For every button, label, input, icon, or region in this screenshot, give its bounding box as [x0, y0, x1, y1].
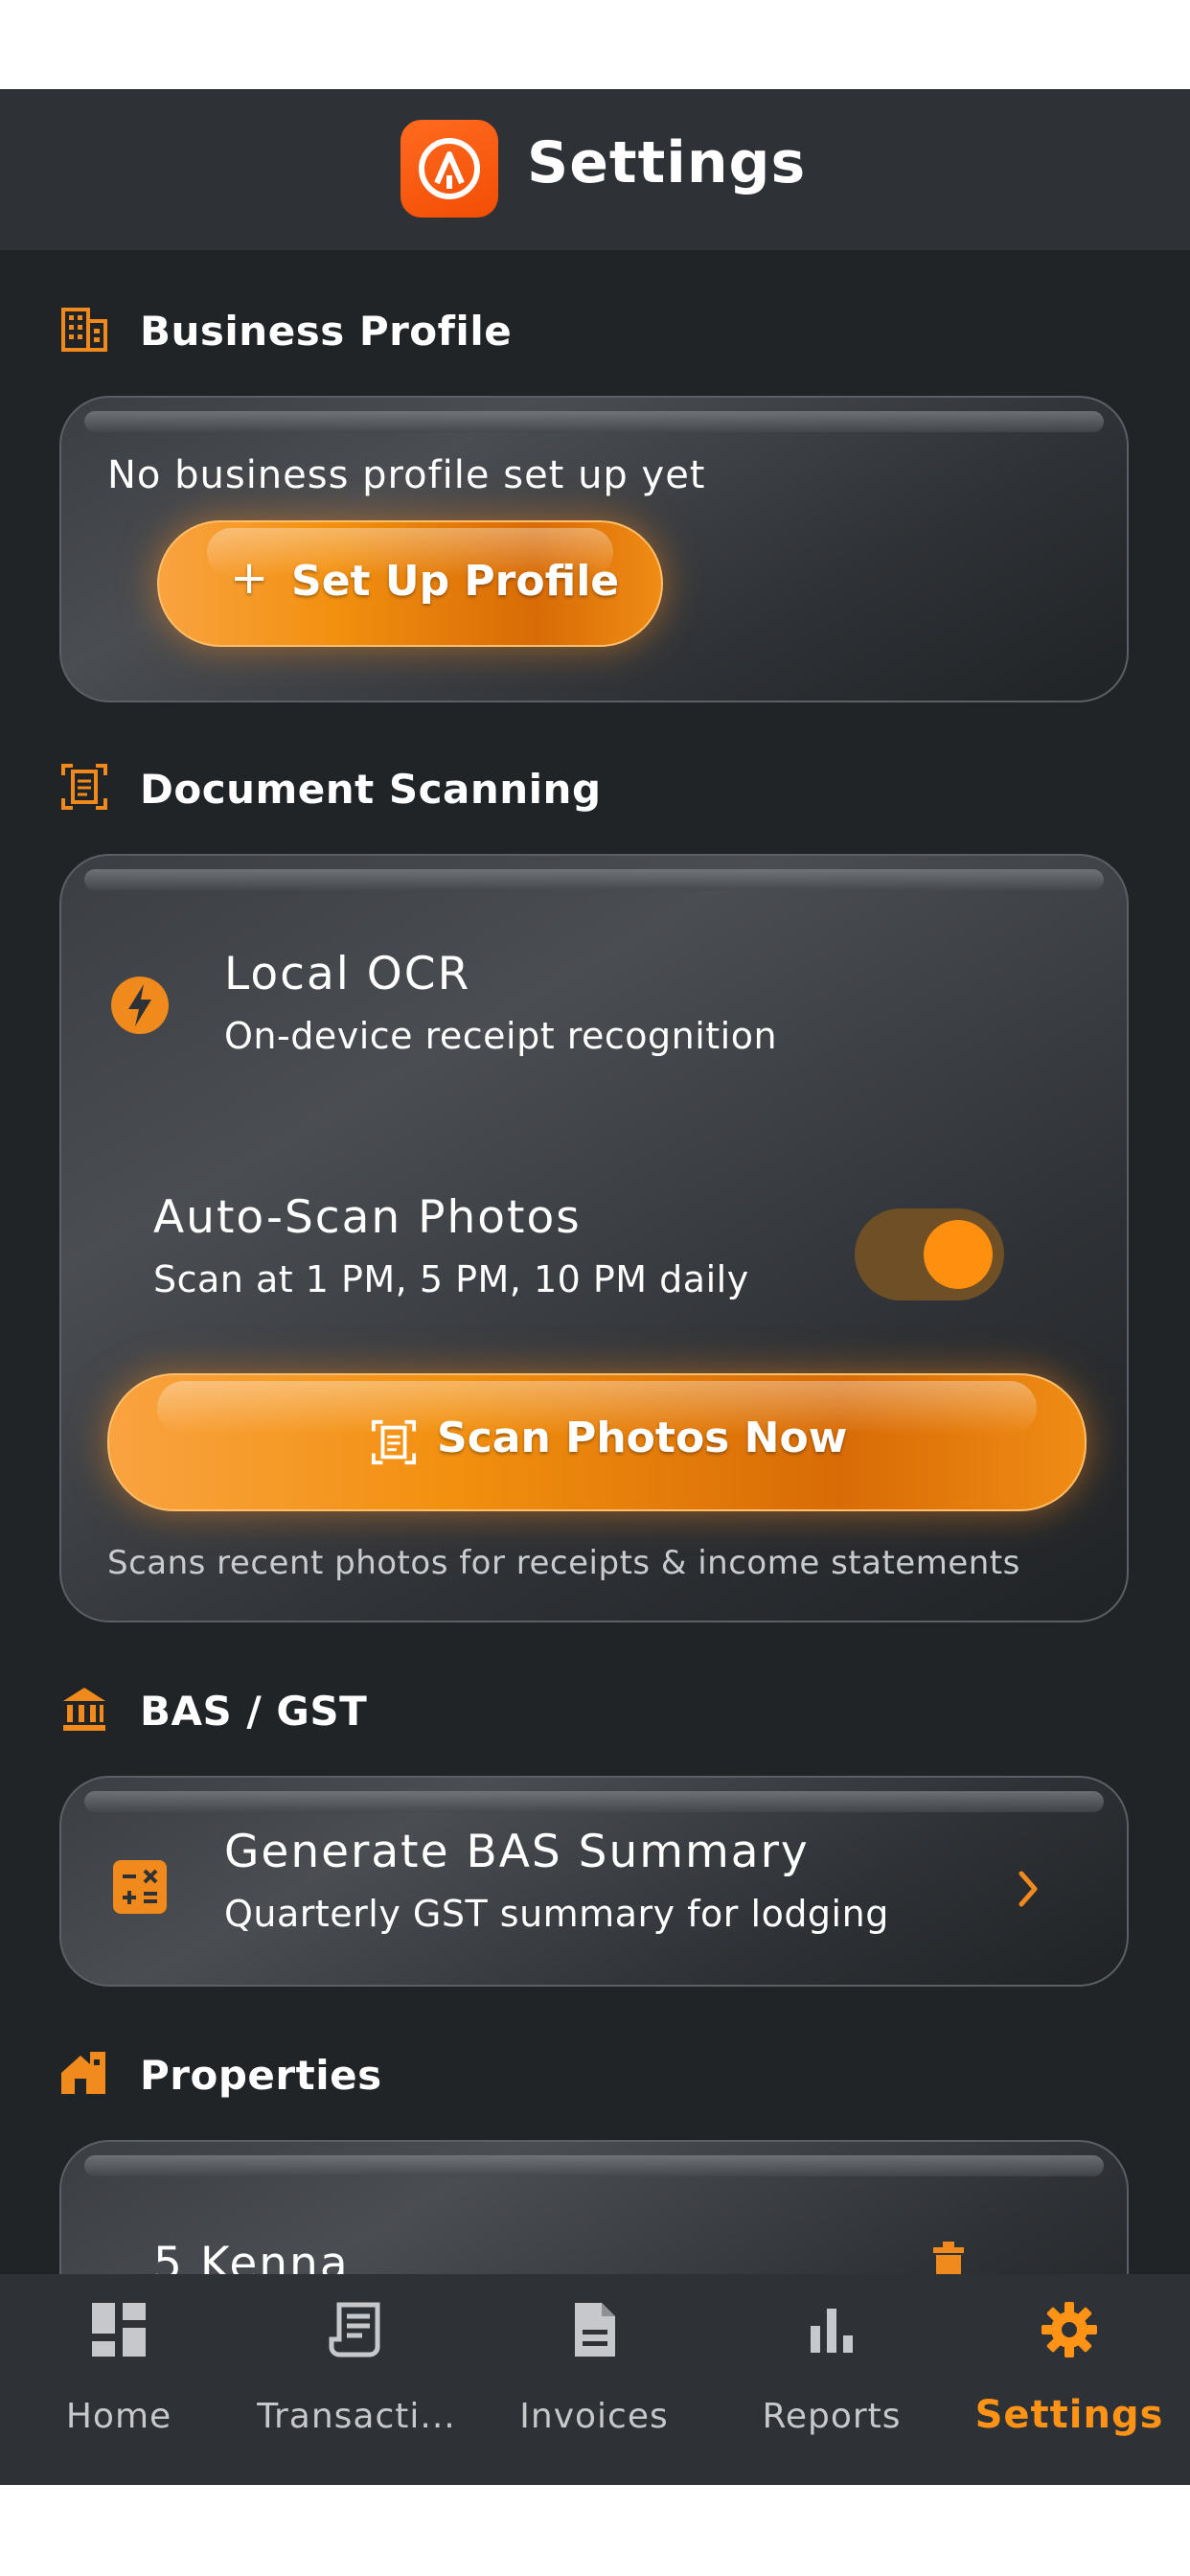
bottom-tab-bar: Home Transacti... Invoices Reports Setti… [0, 2274, 1190, 2485]
tab-transactions[interactable]: Transacti... [238, 2274, 475, 2485]
dashboard-icon [92, 2303, 146, 2357]
receipt-icon [329, 2302, 380, 2358]
plus-icon: + [230, 551, 269, 605]
app-logo-icon [400, 120, 498, 218]
set-up-profile-button[interactable]: + Set Up Profile [157, 520, 663, 647]
document-icon [575, 2303, 615, 2357]
tab-invoices[interactable]: Invoices [475, 2274, 713, 2485]
page-title: Settings [527, 129, 807, 196]
scan-photos-now-label: Scan Photos Now [437, 1414, 848, 1462]
chevron-right-icon [1018, 1871, 1038, 1907]
generate-bas-summary-subtitle: Quarterly GST summary for lodging [224, 1893, 889, 1935]
tab-home[interactable]: Home [0, 2274, 238, 2485]
section-title: Document Scanning [140, 766, 602, 813]
settings-screen: Settings Business Profile No business pr… [0, 89, 1190, 2485]
tab-label: Invoices [519, 2397, 669, 2436]
local-ocr-subtitle: On-device receipt recognition [224, 1015, 778, 1057]
local-ocr-row[interactable]: Local OCR On-device receipt recognition [61, 932, 1127, 1086]
generate-bas-summary-title: Generate BAS Summary [224, 1826, 810, 1878]
empty-profile-text: No business profile set up yet [107, 453, 706, 497]
set-up-profile-label: Set Up Profile [291, 557, 620, 606]
tab-reports[interactable]: Reports [713, 2274, 950, 2485]
bank-icon [63, 1688, 105, 1731]
business-profile-card: No business profile set up yet + Set Up … [59, 396, 1129, 702]
tab-settings[interactable]: Settings [950, 2274, 1188, 2485]
document-scanner-icon [61, 764, 107, 810]
bas-gst-card: Generate BAS Summary Quarterly GST summa… [59, 1776, 1129, 1987]
section-title: BAS / GST [140, 1688, 368, 1735]
auto-scan-subtitle: Scan at 1 PM, 5 PM, 10 PM daily [153, 1258, 749, 1300]
auto-scan-row: Auto-Scan Photos Scan at 1 PM, 5 PM, 10 … [61, 1172, 1127, 1316]
tab-label: Transacti... [257, 2397, 456, 2436]
auto-scan-toggle[interactable] [855, 1208, 1004, 1300]
bar-chart-icon [811, 2309, 853, 2353]
section-title: Properties [140, 2052, 382, 2099]
house-icon [61, 2052, 105, 2094]
gear-icon [1041, 2302, 1097, 2358]
tab-label: Settings [974, 2393, 1164, 2437]
tab-label: Home [65, 2397, 172, 2436]
generate-bas-summary-row[interactable]: Generate BAS Summary Quarterly GST summa… [61, 1816, 1127, 1979]
local-ocr-title: Local OCR [224, 948, 471, 1000]
auto-scan-title: Auto-Scan Photos [153, 1191, 582, 1244]
calculator-icon [113, 1860, 167, 1914]
section-title: Business Profile [140, 308, 513, 355]
document-scanner-icon [371, 1419, 417, 1465]
building-icon [61, 308, 107, 352]
document-scanning-card: Local OCR On-device receipt recognition … [59, 854, 1129, 1622]
lightning-bolt-icon [111, 977, 169, 1034]
scan-photos-now-button[interactable]: Scan Photos Now [107, 1373, 1087, 1511]
tab-label: Reports [762, 2397, 902, 2436]
app-header: Settings [0, 89, 1190, 250]
scan-hint-text: Scans recent photos for receipts & incom… [107, 1544, 1020, 1582]
